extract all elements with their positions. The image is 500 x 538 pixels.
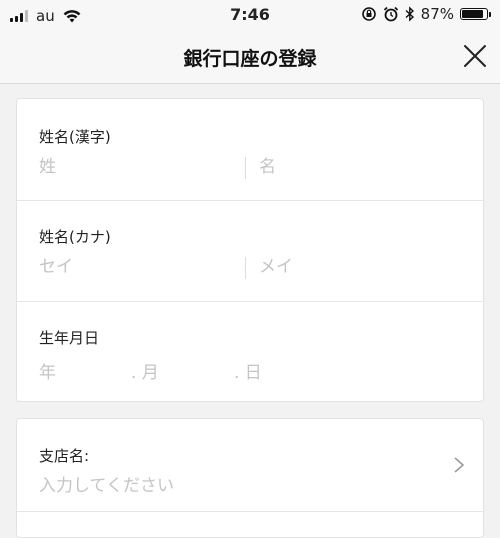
navigation-bar: 銀行口座の登録 bbox=[0, 30, 500, 84]
battery-fill bbox=[462, 10, 483, 18]
status-right: 87% bbox=[361, 5, 491, 23]
name-kanji-row: 姓名(漢字) bbox=[17, 99, 483, 201]
bank-info-card: 支店名: 入力してください bbox=[16, 418, 484, 538]
bluetooth-icon bbox=[405, 6, 414, 22]
birth-day-field[interactable]: . 日 bbox=[234, 358, 262, 383]
page-title: 銀行口座の登録 bbox=[183, 48, 317, 70]
birthdate-row: 生年月日 年 . 月 . 日 bbox=[17, 301, 483, 401]
birth-year-field[interactable]: 年 bbox=[39, 358, 56, 383]
last-name-kana-input[interactable] bbox=[39, 257, 219, 277]
field-divider bbox=[245, 257, 246, 279]
orientation-lock-icon bbox=[361, 7, 376, 21]
first-name-kanji-input[interactable] bbox=[259, 157, 439, 177]
battery-percent: 87% bbox=[420, 5, 454, 23]
name-kana-row: 姓名(カナ) bbox=[17, 200, 483, 302]
name-kanji-label: 姓名(漢字) bbox=[39, 128, 111, 146]
name-kana-label: 姓名(カナ) bbox=[39, 228, 111, 246]
field-divider bbox=[245, 157, 246, 179]
branch-placeholder: 入力してください bbox=[39, 476, 174, 496]
first-name-kana-input[interactable] bbox=[259, 257, 439, 277]
branch-row[interactable]: 支店名: 入力してください bbox=[17, 419, 483, 512]
close-icon bbox=[464, 45, 486, 67]
personal-info-card: 姓名(漢字) 姓名(カナ) 生年月日 年 . 月 . 日 bbox=[16, 98, 484, 402]
chevron-right-icon bbox=[454, 457, 465, 473]
last-name-kanji-input[interactable] bbox=[39, 157, 219, 177]
battery-icon bbox=[460, 8, 491, 20]
alarm-icon bbox=[383, 6, 398, 22]
close-button[interactable] bbox=[462, 43, 488, 69]
birth-month-field[interactable]: . 月 bbox=[131, 358, 159, 383]
branch-label: 支店名: bbox=[39, 447, 90, 465]
birthdate-label: 生年月日 bbox=[39, 329, 100, 347]
status-bar: au 7:46 87% bbox=[0, 0, 500, 30]
